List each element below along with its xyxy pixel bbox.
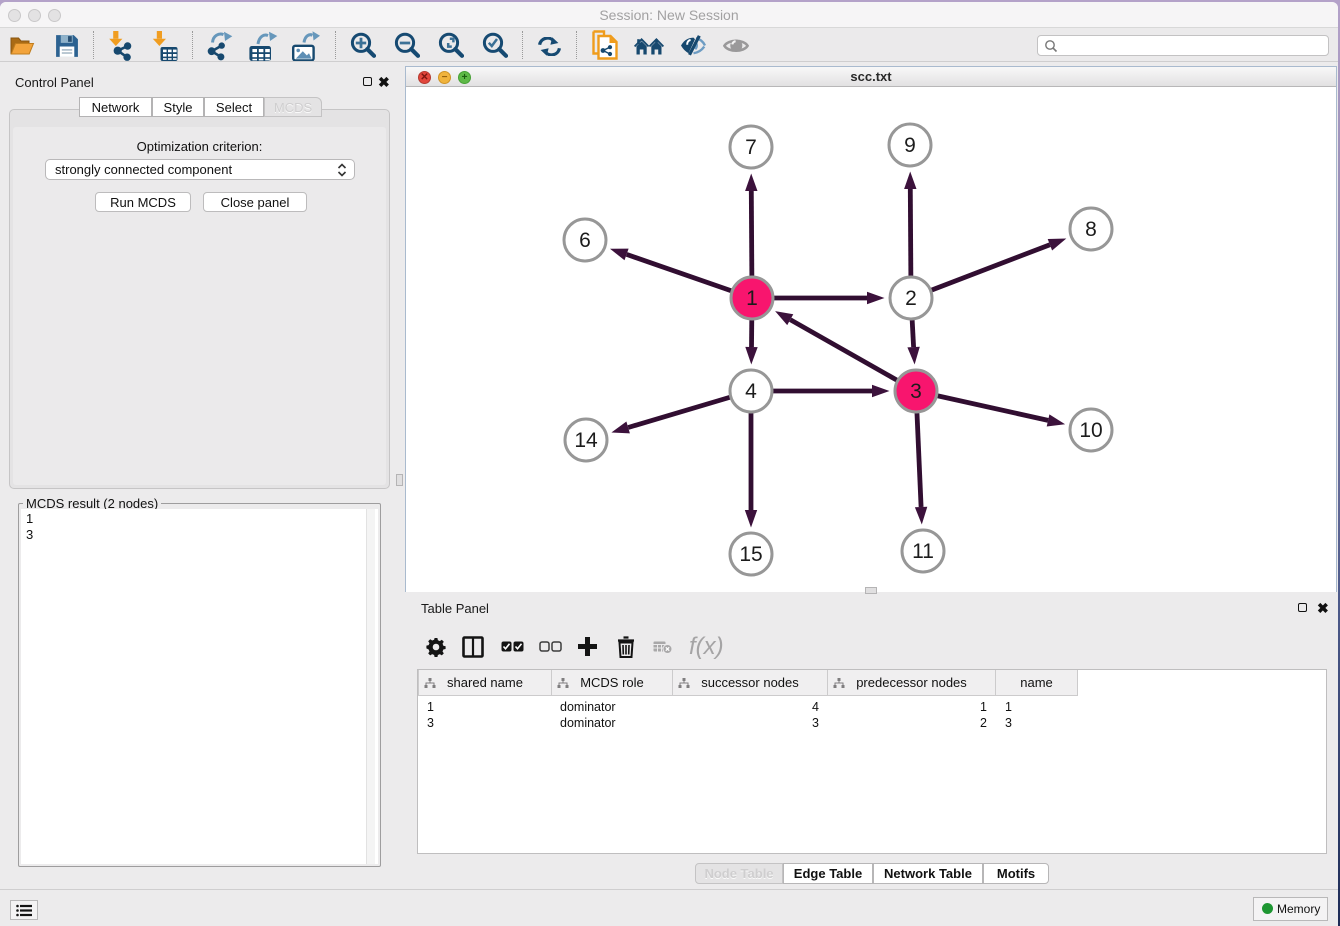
- svg-text:11: 11: [912, 540, 934, 563]
- svg-text:2: 2: [905, 287, 917, 310]
- svg-text:15: 15: [739, 543, 762, 566]
- svg-text:6: 6: [579, 229, 591, 252]
- svg-text:f(x): f(x): [689, 633, 724, 660]
- svg-text:3: 3: [910, 380, 922, 403]
- svg-text:8: 8: [1085, 218, 1097, 241]
- svg-text:7: 7: [745, 136, 757, 159]
- svg-text:1: 1: [746, 287, 758, 310]
- svg-text:14: 14: [574, 429, 598, 452]
- svg-text:10: 10: [1079, 419, 1102, 442]
- svg-text:9: 9: [904, 134, 916, 157]
- svg-text:4: 4: [745, 380, 757, 403]
